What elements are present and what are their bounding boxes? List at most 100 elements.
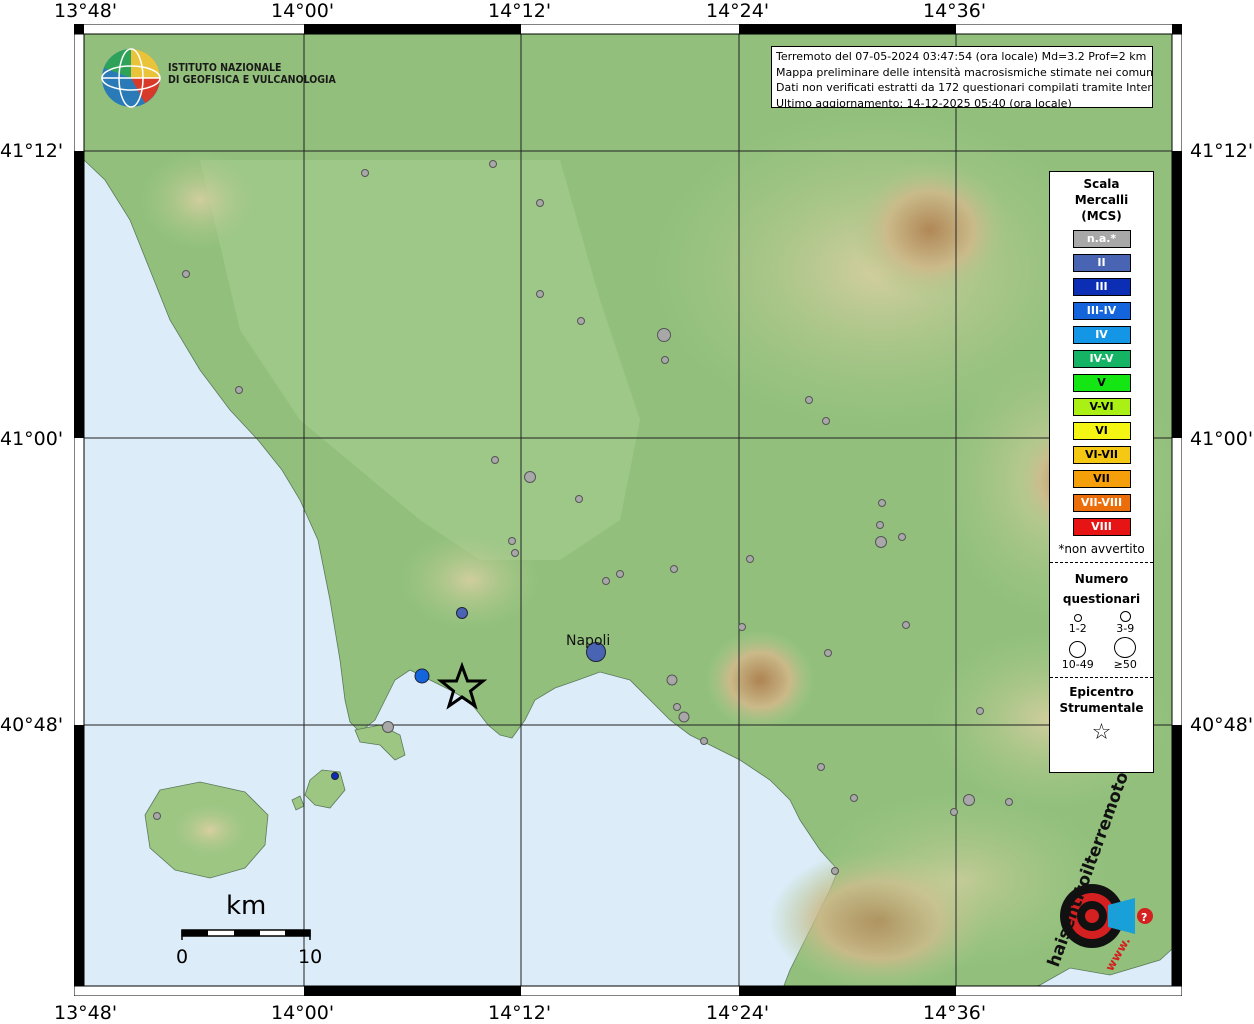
site-marker [666,674,678,686]
legend-divider [1050,562,1153,563]
legend-swatch-vii: VII [1072,470,1131,488]
site-marker [235,386,243,394]
legend-count-3-9: 3-9 [1102,609,1150,635]
site-marker [536,290,544,298]
site-marker [382,721,394,733]
site-marker [950,808,958,816]
site-marker [673,703,681,711]
site-marker [491,456,499,464]
legend-count-title-line2: questionari [1062,592,1141,606]
lat-label-left-3: 40°48' [0,714,64,736]
site-marker [153,812,161,820]
hills-campi-flegrei [400,530,540,630]
event-info-line2: Mappa preliminare delle intensità macros… [776,65,1153,79]
site-marker [876,521,884,529]
legend-swatch-viii: VIII [1072,518,1131,536]
mountain-matese [850,160,1010,300]
felt-site-marker [414,668,430,684]
lon-label-top-4: 14°24' [706,0,770,22]
site-marker [616,570,624,578]
count-circle-icon [1119,611,1131,622]
site-marker [678,711,690,723]
lon-label-top-3: 14°12' [488,0,552,22]
legend-count-1-2: 1-2 [1054,609,1102,635]
count-circle-icon [1073,614,1082,622]
site-marker [875,536,887,548]
legend-swatch-vii-viii: VII-VIII [1072,494,1131,512]
felt-site-marker [331,772,339,780]
site-marker [902,621,910,629]
site-marker [898,533,906,541]
site-marker [575,495,583,503]
site-marker [822,417,830,425]
site-marker [850,794,858,802]
lat-label-right-3: 40°48' [1190,714,1254,736]
legend-count-title: Numero questionari [1050,569,1153,609]
lon-label-bottom-3: 14°12' [488,1002,552,1024]
legend-title: Scala Mercalli (MCS) [1050,176,1153,224]
site-marker [361,169,369,177]
legend-count-grid: 1-2 3-9 10-49 ≥50 [1050,609,1153,671]
legend-swatch-v-vi: V-VI [1072,398,1131,416]
legend-epicenter-title: Epicentro Strumentale [1050,684,1153,716]
legend-title-line3: (MCS) [1081,209,1122,223]
site-marker [524,471,536,483]
legend-swatch-iv-v: IV-V [1072,350,1131,368]
scale-start: 0 [176,946,188,968]
legend-count-label: 10-49 [1061,658,1094,671]
legend-count-10-49: 10-49 [1054,637,1102,671]
legend-swatch-iv: IV [1072,326,1131,344]
site-marker [508,537,516,545]
legend-divider [1050,677,1153,678]
site-marker [817,763,825,771]
site-marker [963,794,975,806]
legend-note: *non avvertito [1058,542,1145,556]
lon-label-top-5: 14°36' [923,0,987,22]
event-info-box: Terremoto del 07-05-2024 03:47:54 (ora l… [771,46,1153,108]
legend-swatch-v: V [1072,374,1131,392]
lat-label-right-2: 41°00' [1190,428,1254,450]
lon-label-bottom-4: 14°24' [706,1002,770,1024]
legend-swatch-na: n.a.* [1072,230,1131,248]
lon-label-top-1: 13°48' [54,0,118,22]
event-info-line1: Terremoto del 07-05-2024 03:47:54 (ora l… [776,50,1147,63]
site-marker [670,565,678,573]
legend-count-label: 3-9 [1116,622,1135,635]
site-marker [1005,798,1013,806]
lon-label-top-2: 14°00' [271,0,335,22]
site-marker [536,199,544,207]
legend-swatch-vi-vii: VI-VII [1072,446,1131,464]
event-info-line4: Ultimo aggiornamento: 14-12-2025 05:40 (… [776,96,1072,108]
site-marker [746,555,754,563]
vesuvius [705,630,815,730]
legend-swatch-ii: II [1072,254,1131,272]
legend-title-line2: Mercalli [1074,193,1129,207]
lon-label-bottom-5: 14°36' [923,1002,987,1024]
legend-title-line1: Scala [1083,177,1120,191]
site-marker [878,499,886,507]
legend-epicenter-line1: Epicentro [1069,685,1134,699]
lat-label-left-1: 41°12' [0,140,64,162]
felt-site-marker [456,607,468,619]
site-marker [738,623,746,631]
legend-count-50-plus: ≥50 [1102,637,1150,671]
site-marker [700,737,708,745]
ingv-logo-line2: DI GEOFISICA E VULCANOLOGIA [168,74,336,86]
site-marker [976,707,984,715]
site-marker [831,867,839,875]
count-circle-icon [1069,641,1087,658]
site-marker [511,549,519,557]
site-marker [657,328,671,342]
legend-swatch-iii-iv: III-IV [1072,302,1131,320]
legend-count-label: ≥50 [1113,658,1137,671]
legend-swatch-iii: III [1072,278,1131,296]
site-marker [489,160,497,168]
intensity-legend: Scala Mercalli (MCS) n.a.* II III III-IV… [1049,171,1154,773]
lon-label-bottom-2: 14°00' [271,1002,335,1024]
legend-count-title-line1: Numero [1074,572,1129,586]
legend-count-label: 1-2 [1068,622,1087,635]
hills-nw [140,150,260,250]
ingv-logo-icon [101,48,161,108]
lon-label-bottom-1: 13°48' [54,1002,118,1024]
site-marker [602,577,610,585]
